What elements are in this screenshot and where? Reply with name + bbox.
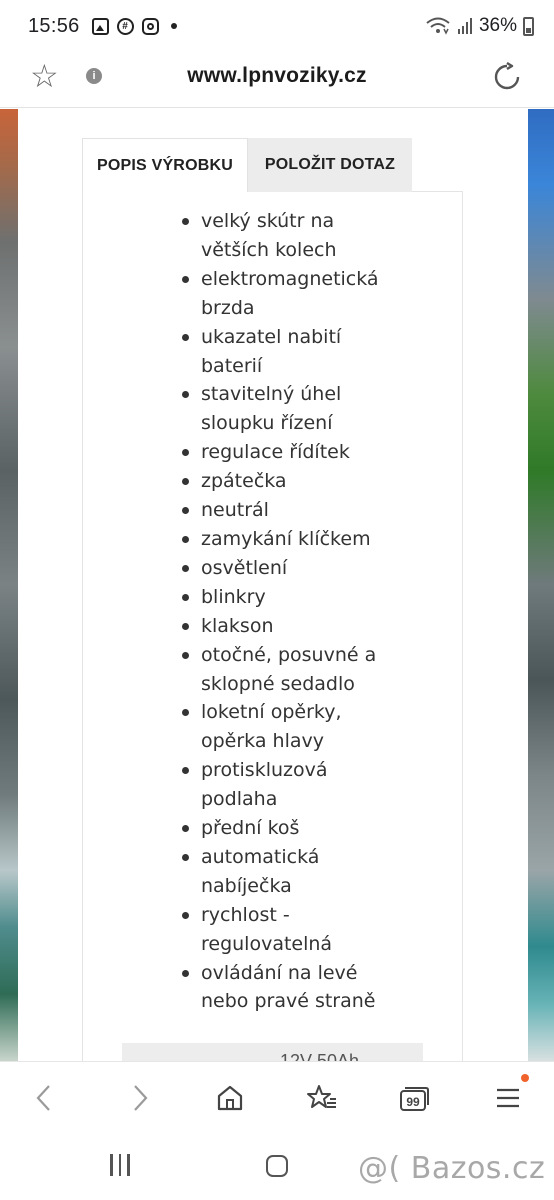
star-list-icon — [307, 1085, 336, 1108]
home-button[interactable] — [210, 1078, 250, 1118]
feature-item: elektromagnetická brzda — [182, 265, 401, 323]
system-icons: 36% — [425, 15, 534, 37]
feature-item: automatická nabíječka — [182, 843, 401, 901]
background-photo-left — [0, 109, 18, 1061]
browser-toolbar: 99 — [0, 1061, 554, 1137]
battery-icon — [523, 16, 534, 36]
feature-list: velký skútr na větších kolech elektromagn… — [182, 207, 401, 1017]
feature-item: rychlost - regulovatelná — [182, 901, 401, 959]
forward-button[interactable] — [120, 1078, 160, 1118]
feature-item: otočné, posuvné a sklopné sedadlo — [182, 641, 401, 699]
feature-item: neutrál — [182, 496, 401, 525]
wifi-icon — [426, 17, 450, 35]
menu-notification-badge — [521, 1074, 529, 1082]
feature-item: blinkry — [182, 583, 401, 612]
notification-icons: # — [91, 17, 177, 35]
reload-icon[interactable] — [492, 62, 522, 92]
menu-button[interactable] — [488, 1078, 528, 1118]
home-icon — [217, 1085, 243, 1111]
product-tabs: POPIS VÝROBKU POLOŽIT DOTAZ — [82, 138, 412, 192]
status-time: 15:56 — [28, 14, 80, 37]
feature-item: protiskluzová podlaha — [182, 756, 401, 814]
status-bar: 15:56 # 36% — [0, 0, 554, 52]
feature-item: klakson — [182, 612, 401, 641]
back-button[interactable] — [24, 1078, 64, 1118]
chevron-right-icon — [134, 1085, 148, 1111]
feature-item: zamykání klíčkem — [182, 525, 401, 554]
feature-item: stavitelný úhel sloupku řízení — [182, 380, 401, 438]
hamburger-menu-icon — [497, 1088, 519, 1108]
chevron-left-icon — [36, 1085, 50, 1111]
hash-chat-icon: # — [116, 17, 134, 35]
tabs-button[interactable]: 99 — [394, 1078, 434, 1118]
system-nav-bar: @( Bazos.cz — [0, 1137, 554, 1200]
feature-item: regulace řídítek — [182, 438, 401, 467]
tab-product-description[interactable]: POPIS VÝROBKU — [82, 138, 248, 192]
tab-count: 99 — [406, 1095, 420, 1109]
gallery-icon — [91, 17, 109, 35]
battery-level: 36% — [478, 15, 517, 36]
signal-icon — [457, 18, 472, 34]
background-photo-right — [528, 109, 554, 1061]
feature-item: velký skútr na větších kolech — [182, 207, 401, 265]
feature-item: ovládání na levé nebo pravé straně — [182, 959, 401, 1017]
feature-item: osvětlení — [182, 554, 401, 583]
feature-item: ukazatel nabití baterií — [182, 323, 401, 381]
recent-apps-icon[interactable] — [110, 1154, 130, 1176]
bookmarks-button[interactable] — [302, 1078, 342, 1118]
url-field[interactable]: www.lpnvoziky.cz — [0, 64, 554, 88]
instagram-icon — [141, 17, 159, 35]
tabs-icon: 99 — [400, 1087, 429, 1111]
address-bar: ☆ i www.lpnvoziky.cz — [0, 52, 554, 108]
feature-item: zpátečka — [182, 467, 401, 496]
watermark: @( Bazos.cz — [358, 1151, 546, 1186]
feature-item: loketní opěrky, opěrka hlavy — [182, 698, 401, 756]
tab-ask-question[interactable]: POLOŽIT DOTAZ — [248, 138, 412, 192]
home-nav-icon[interactable] — [266, 1155, 288, 1177]
feature-item: přední koš — [182, 814, 401, 843]
notification-dot-icon — [170, 23, 177, 29]
